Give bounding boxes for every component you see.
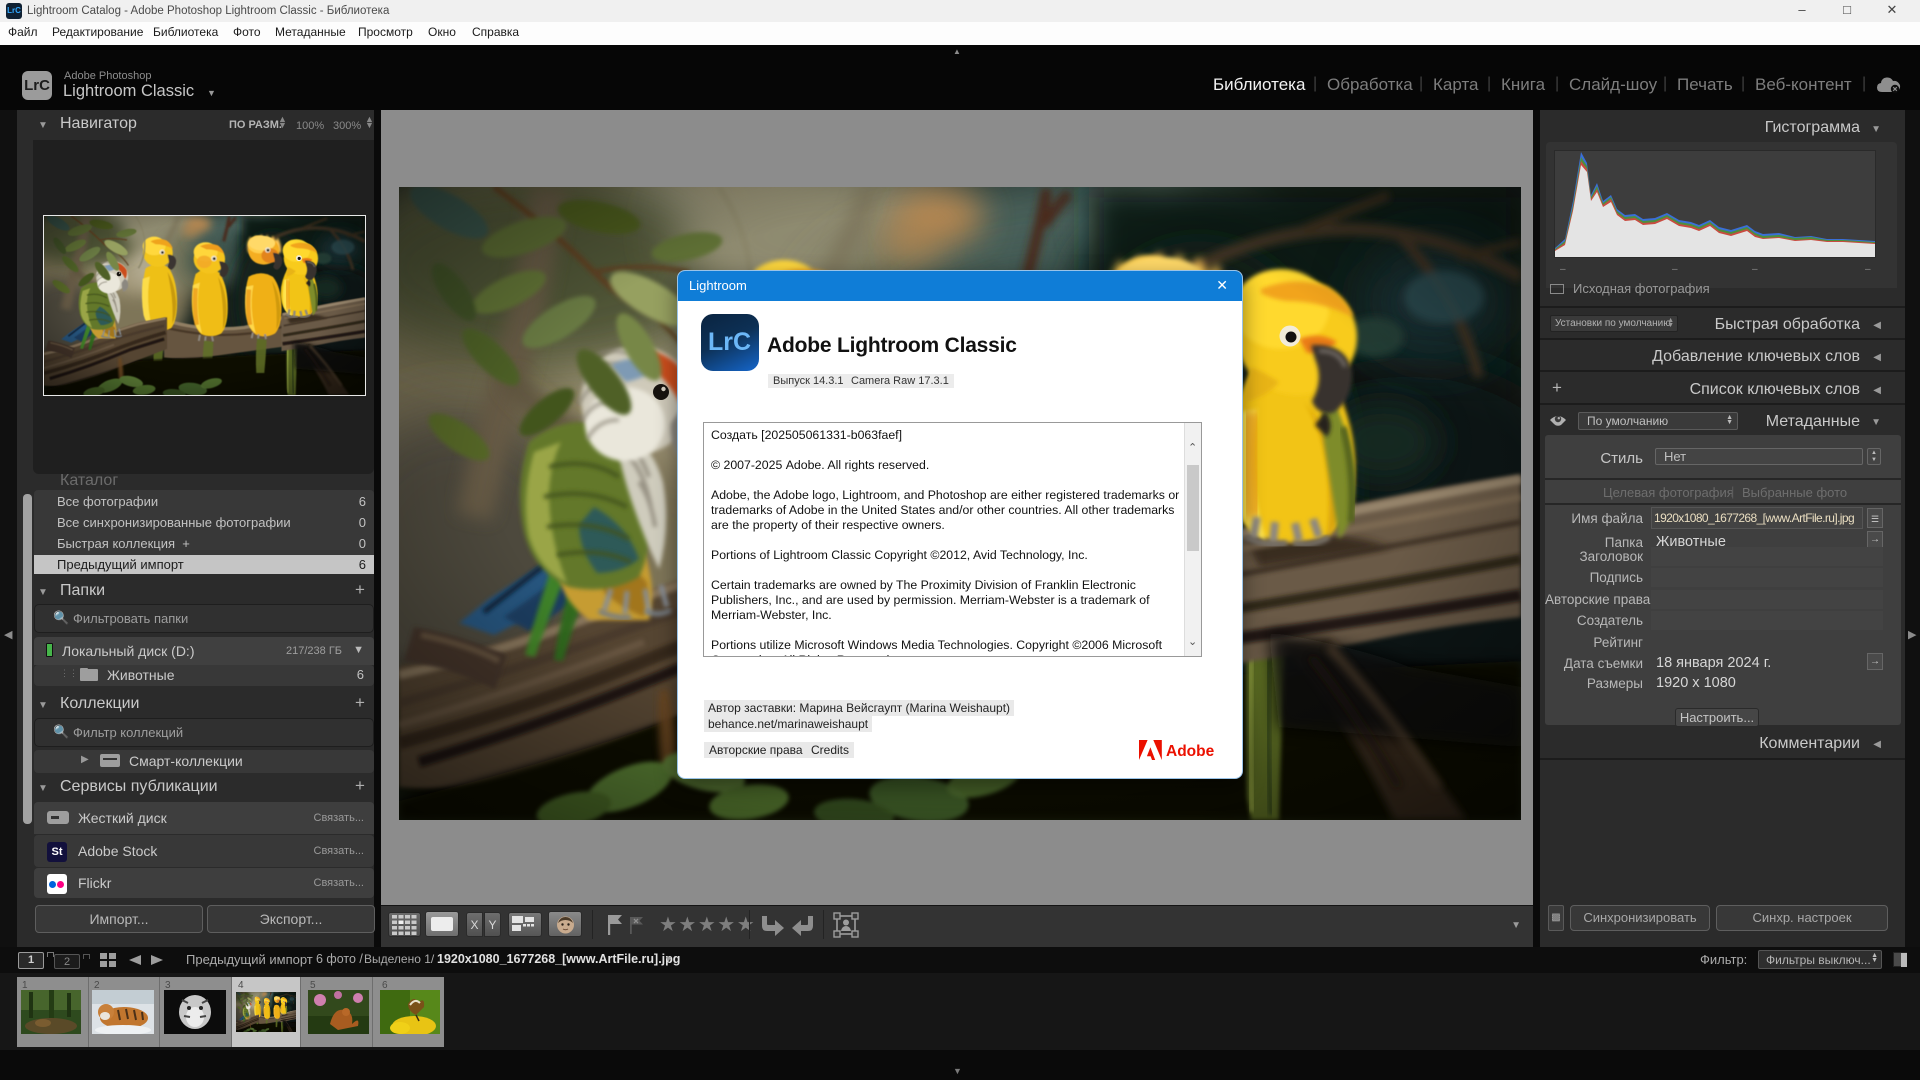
svg-text:Adobe: Adobe (1166, 743, 1214, 760)
